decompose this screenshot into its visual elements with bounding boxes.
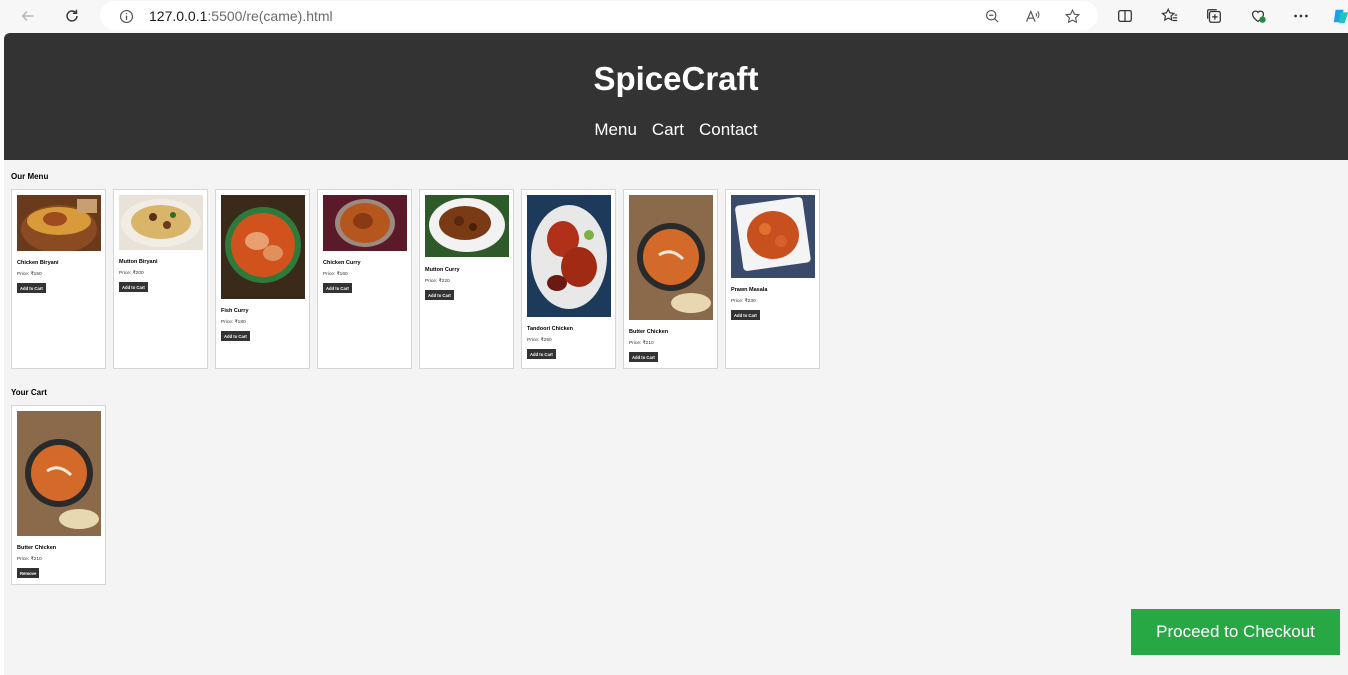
add-to-cart-button[interactable]: Add to Cart <box>425 290 454 300</box>
butter-chicken-image <box>17 411 101 536</box>
mutton-curry-image <box>425 195 509 257</box>
menu-item-card: Mutton Biryani Price: ₹200 Add to Cart <box>113 189 208 369</box>
url-text[interactable]: 127.0.0.1:5500/re(came).html <box>149 8 333 24</box>
add-to-cart-button[interactable]: Add to Cart <box>119 282 148 292</box>
zoom-out-icon[interactable] <box>982 6 1002 26</box>
add-to-cart-button[interactable]: Add to Cart <box>629 352 658 362</box>
back-icon[interactable] <box>14 2 42 30</box>
menu-item-name: Mutton Biryani <box>119 259 158 265</box>
nav-contact[interactable]: Contact <box>699 120 758 140</box>
menu-item-name: Prawn Masala <box>731 287 768 293</box>
menu-item-card: Butter Chicken Price: ₹210 Add to Cart <box>623 189 718 369</box>
remove-button[interactable]: Remove <box>17 568 40 578</box>
mutton-biryani-image <box>119 195 203 250</box>
info-icon[interactable] <box>116 6 136 26</box>
prawn-masala-image <box>731 195 815 278</box>
read-aloud-icon[interactable] <box>1022 6 1042 26</box>
cart-section-title: Your Cart <box>11 388 47 397</box>
menu-item-card: Chicken Biryani Price: ₹150 Add to Cart <box>11 189 106 369</box>
collections-icon[interactable] <box>1203 5 1225 27</box>
cart-item-name: Butter Chicken <box>17 545 57 551</box>
butter-chicken-image <box>629 195 713 320</box>
menu-item-price: Price: ₹220 <box>425 279 450 284</box>
refresh-icon[interactable] <box>58 2 86 30</box>
nav-menu[interactable]: Menu <box>594 120 637 140</box>
cart-item-price: Price: ₹210 <box>17 557 42 562</box>
browser-toolbar: 127.0.0.1:5500/re(came).html <box>0 0 1348 33</box>
nav-cart[interactable]: Cart <box>652 120 684 140</box>
page-viewport: SpiceCraft Menu Cart Contact Our Menu Ch… <box>4 33 1348 675</box>
menu-item-name: Fish Curry <box>221 308 249 314</box>
cart-item-card: Butter Chicken Price: ₹210 Remove <box>11 405 106 585</box>
more-options-icon[interactable] <box>1290 5 1312 27</box>
menu-item-name: Butter Chicken <box>629 329 669 335</box>
menu-item-card: Fish Curry Price: ₹180 Add to Cart <box>215 189 310 369</box>
menu-item-price: Price: ₹250 <box>527 338 552 343</box>
add-to-cart-button[interactable]: Add to Cart <box>731 310 760 320</box>
proceed-to-checkout-button[interactable]: Proceed to Checkout <box>1131 609 1340 655</box>
favorite-star-icon[interactable] <box>1062 6 1082 26</box>
split-screen-icon[interactable] <box>1114 5 1136 27</box>
tandoori-chicken-image <box>527 195 611 317</box>
menu-item-price: Price: ₹210 <box>629 341 654 346</box>
favorites-icon[interactable] <box>1159 5 1181 27</box>
site-header: SpiceCraft Menu Cart Contact <box>4 33 1348 160</box>
site-brand: SpiceCraft <box>593 60 759 97</box>
menu-item-price: Price: ₹180 <box>221 320 246 325</box>
add-to-cart-button[interactable]: Add to Cart <box>323 283 352 293</box>
menu-item-card: Chicken Curry Price: ₹160 Add to Cart <box>317 189 412 369</box>
add-to-cart-button[interactable]: Add to Cart <box>527 349 556 359</box>
menu-item-name: Chicken Biryani <box>17 260 59 266</box>
menu-item-price: Price: ₹230 <box>731 299 756 304</box>
add-to-cart-button[interactable]: Add to Cart <box>221 331 250 341</box>
menu-item-price: Price: ₹150 <box>17 272 42 277</box>
menu-item-name: Tandoori Chicken <box>527 326 574 332</box>
site-nav: Menu Cart Contact <box>4 120 1348 140</box>
menu-item-card: Mutton Curry Price: ₹220 Add to Cart <box>419 189 514 369</box>
menu-item-price: Price: ₹200 <box>119 271 144 276</box>
copilot-icon[interactable] <box>1330 5 1348 27</box>
chicken-curry-image <box>323 195 407 251</box>
fish-curry-image <box>221 195 305 299</box>
address-bar[interactable]: 127.0.0.1:5500/re(came).html <box>100 1 1098 30</box>
menu-section-title: Our Menu <box>11 172 49 181</box>
browser-essentials-icon[interactable] <box>1247 5 1269 27</box>
menu-item-price: Price: ₹160 <box>323 272 348 277</box>
menu-item-card: Tandoori Chicken Price: ₹250 Add to Cart <box>521 189 616 369</box>
menu-item-name: Mutton Curry <box>425 267 460 273</box>
chicken-biryani-image <box>17 195 101 251</box>
menu-item-card: Prawn Masala Price: ₹230 Add to Cart <box>725 189 820 369</box>
menu-item-name: Chicken Curry <box>323 260 361 266</box>
add-to-cart-button[interactable]: Add to Cart <box>17 283 46 293</box>
